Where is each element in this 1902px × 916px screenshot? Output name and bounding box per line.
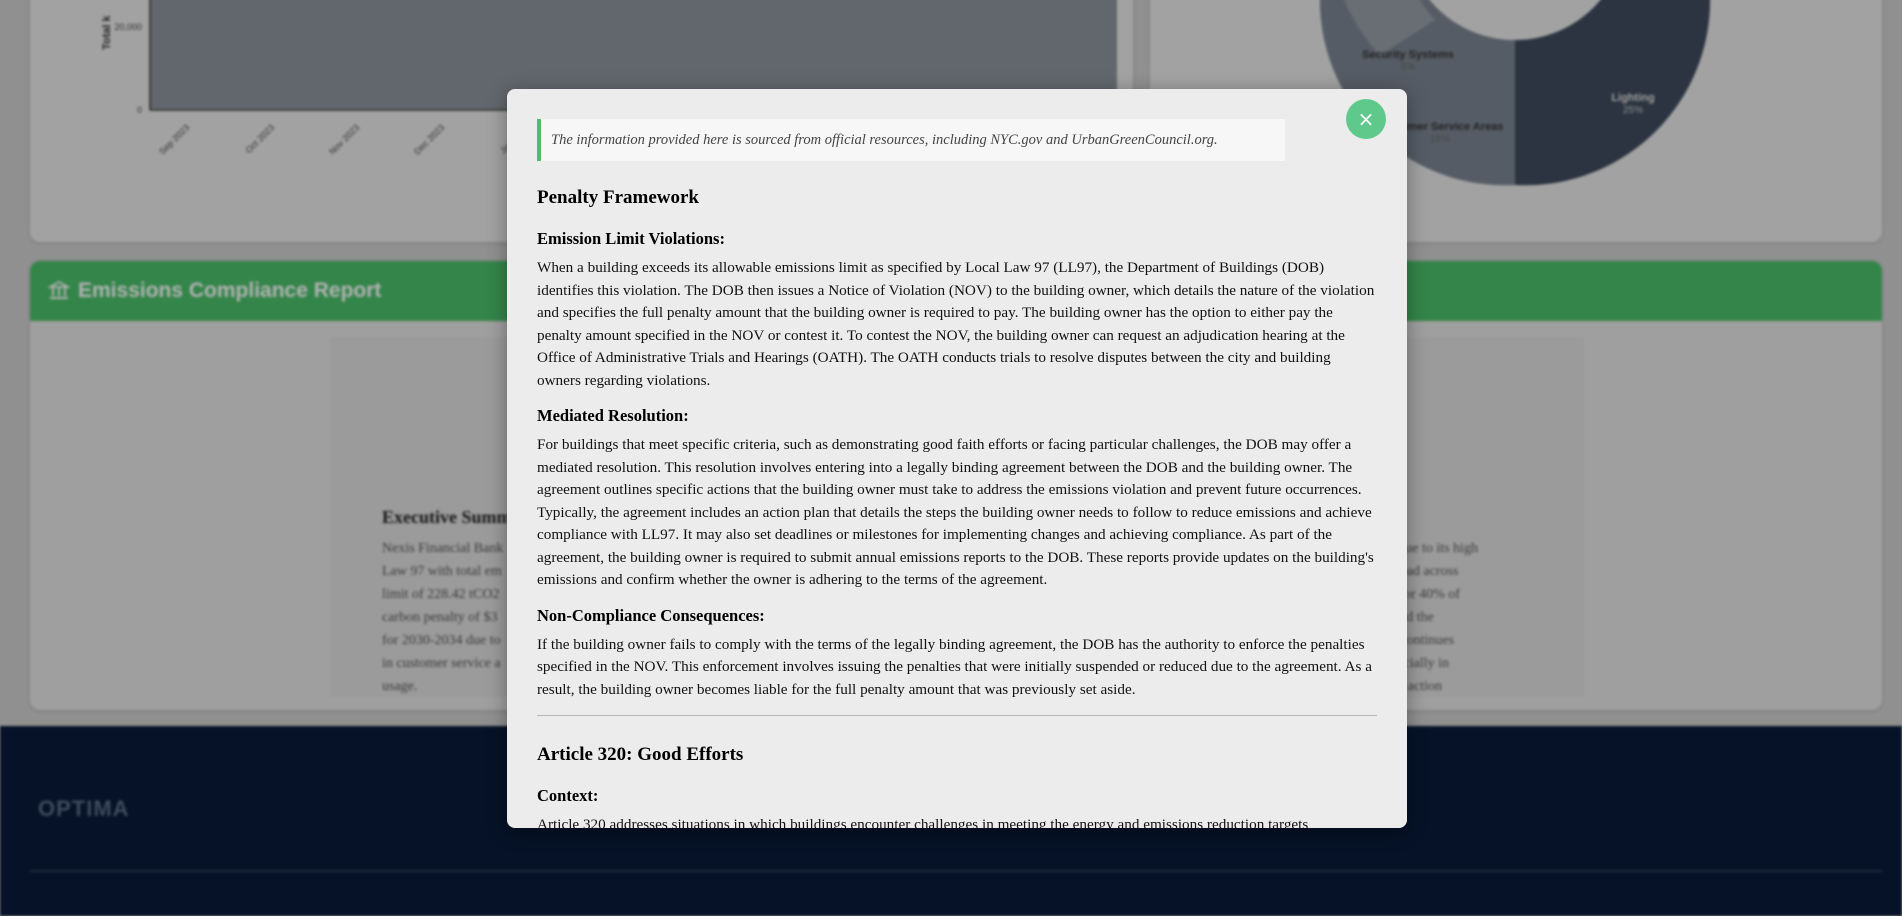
non-compliance-heading: Non-Compliance Consequences:: [537, 605, 765, 625]
mediated-resolution-text: For buildings that meet specific criteri…: [537, 436, 1374, 588]
section-divider: [537, 715, 1377, 716]
mediated-resolution-heading: Mediated Resolution:: [537, 406, 689, 425]
source-notice: The information provided here is sourced…: [537, 119, 1285, 161]
close-button[interactable]: ×: [1346, 99, 1386, 139]
context-text: Article 320 addresses situations in whic…: [537, 816, 1309, 828]
emission-limit-heading: Emission Limit Violations:: [537, 229, 725, 248]
close-icon: ×: [1357, 107, 1375, 131]
penalty-info-modal: × The information provided here is sourc…: [507, 89, 1407, 828]
modal-content[interactable]: The information provided here is sourced…: [537, 119, 1377, 828]
non-compliance-text: If the building owner fails to comply wi…: [537, 635, 1372, 698]
emission-limit-text: When a building exceeds its allowable em…: [537, 259, 1375, 389]
context-heading: Context:: [537, 786, 599, 805]
penalty-framework-title: Penalty Framework: [537, 187, 699, 208]
article-320-title: Article 320: Good Efforts: [537, 744, 744, 765]
